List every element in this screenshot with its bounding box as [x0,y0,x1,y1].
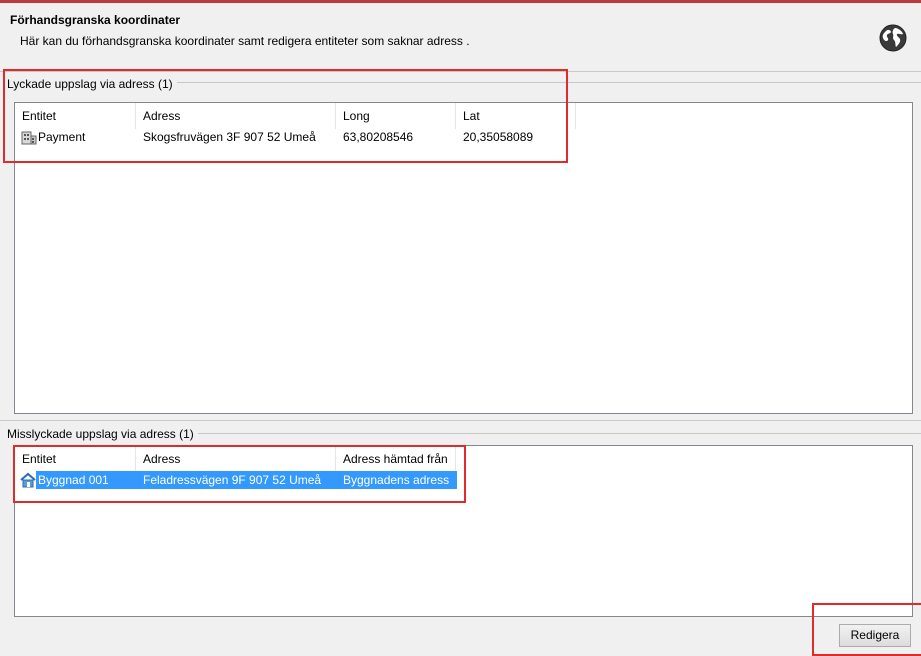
highlight-box-button [812,603,921,656]
window-top-border [0,0,921,3]
globe-icon [879,24,907,52]
highlight-box-failed [13,445,466,503]
failed-group-line [0,420,921,421]
page-description: Här kan du förhandsgranska koordinater s… [20,34,470,48]
highlight-box-success [3,69,568,163]
failed-group-label: Misslyckade uppslag via adress (1) [7,427,198,441]
page-title: Förhandsgranska koordinater [10,13,181,27]
